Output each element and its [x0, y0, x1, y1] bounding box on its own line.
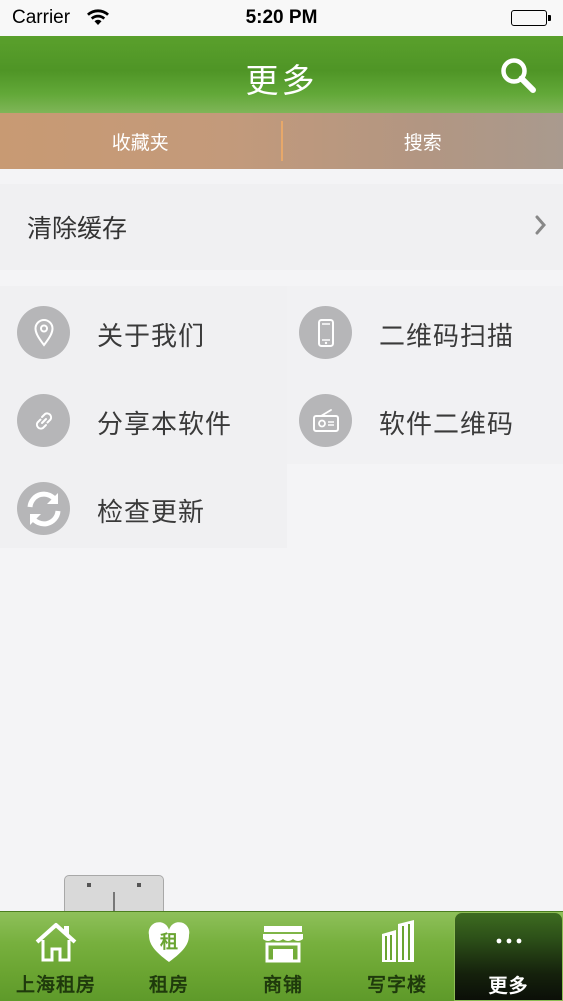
clock: 5:20 PM — [0, 7, 563, 29]
share-app-label: 分享本软件 — [97, 404, 232, 441]
segment-bar: 收藏夹 搜索 — [0, 113, 563, 169]
tab-shops[interactable]: 商铺 — [226, 912, 340, 1001]
tab-label: 更多 — [455, 971, 562, 998]
shop-icon — [260, 920, 306, 968]
house-icon — [33, 920, 79, 968]
clear-cache-label: 清除缓存 — [27, 209, 127, 245]
segment-search[interactable]: 搜索 — [283, 113, 563, 169]
share-app-item[interactable]: 分享本软件 — [0, 374, 287, 462]
check-update-item[interactable]: 检查更新 — [0, 462, 287, 550]
about-us-label: 关于我们 — [97, 316, 205, 353]
tab-office[interactable]: 写字楼 — [340, 912, 454, 1001]
floating-handle[interactable] — [64, 875, 164, 913]
grid-panel-right — [287, 286, 563, 464]
segment-favorites[interactable]: 收藏夹 — [0, 113, 281, 169]
about-us-item[interactable]: 关于我们 — [0, 286, 287, 374]
chevron-right-icon — [535, 214, 547, 236]
svg-text:租: 租 — [160, 931, 178, 953]
tab-rent[interactable]: 租 租房 — [112, 912, 226, 1001]
more-dots-icon — [494, 931, 524, 950]
tab-more[interactable]: 更多 — [454, 912, 563, 1001]
rent-heart-icon: 租 — [146, 920, 192, 968]
location-pin-icon — [17, 306, 70, 359]
search-icon — [499, 56, 537, 94]
navigation-bar: 更多 — [0, 36, 563, 113]
search-button[interactable] — [499, 56, 537, 94]
clear-cache-row[interactable]: 清除缓存 — [0, 184, 563, 270]
tab-shanghai-rent[interactable]: 上海租房 — [0, 912, 112, 1001]
battery-icon — [511, 10, 551, 26]
page-title: 更多 — [0, 54, 563, 102]
tab-label: 商铺 — [226, 970, 340, 997]
building-icon — [374, 920, 420, 968]
tab-label: 上海租房 — [0, 970, 112, 997]
refresh-icon — [17, 482, 70, 535]
tab-label: 写字楼 — [340, 970, 454, 997]
check-update-label: 检查更新 — [97, 492, 205, 529]
tab-bar: 上海租房 租 租房 商铺 — [0, 911, 563, 1001]
status-bar: Carrier 5:20 PM — [0, 0, 563, 36]
tab-label: 租房 — [112, 970, 226, 997]
link-icon — [17, 394, 70, 447]
